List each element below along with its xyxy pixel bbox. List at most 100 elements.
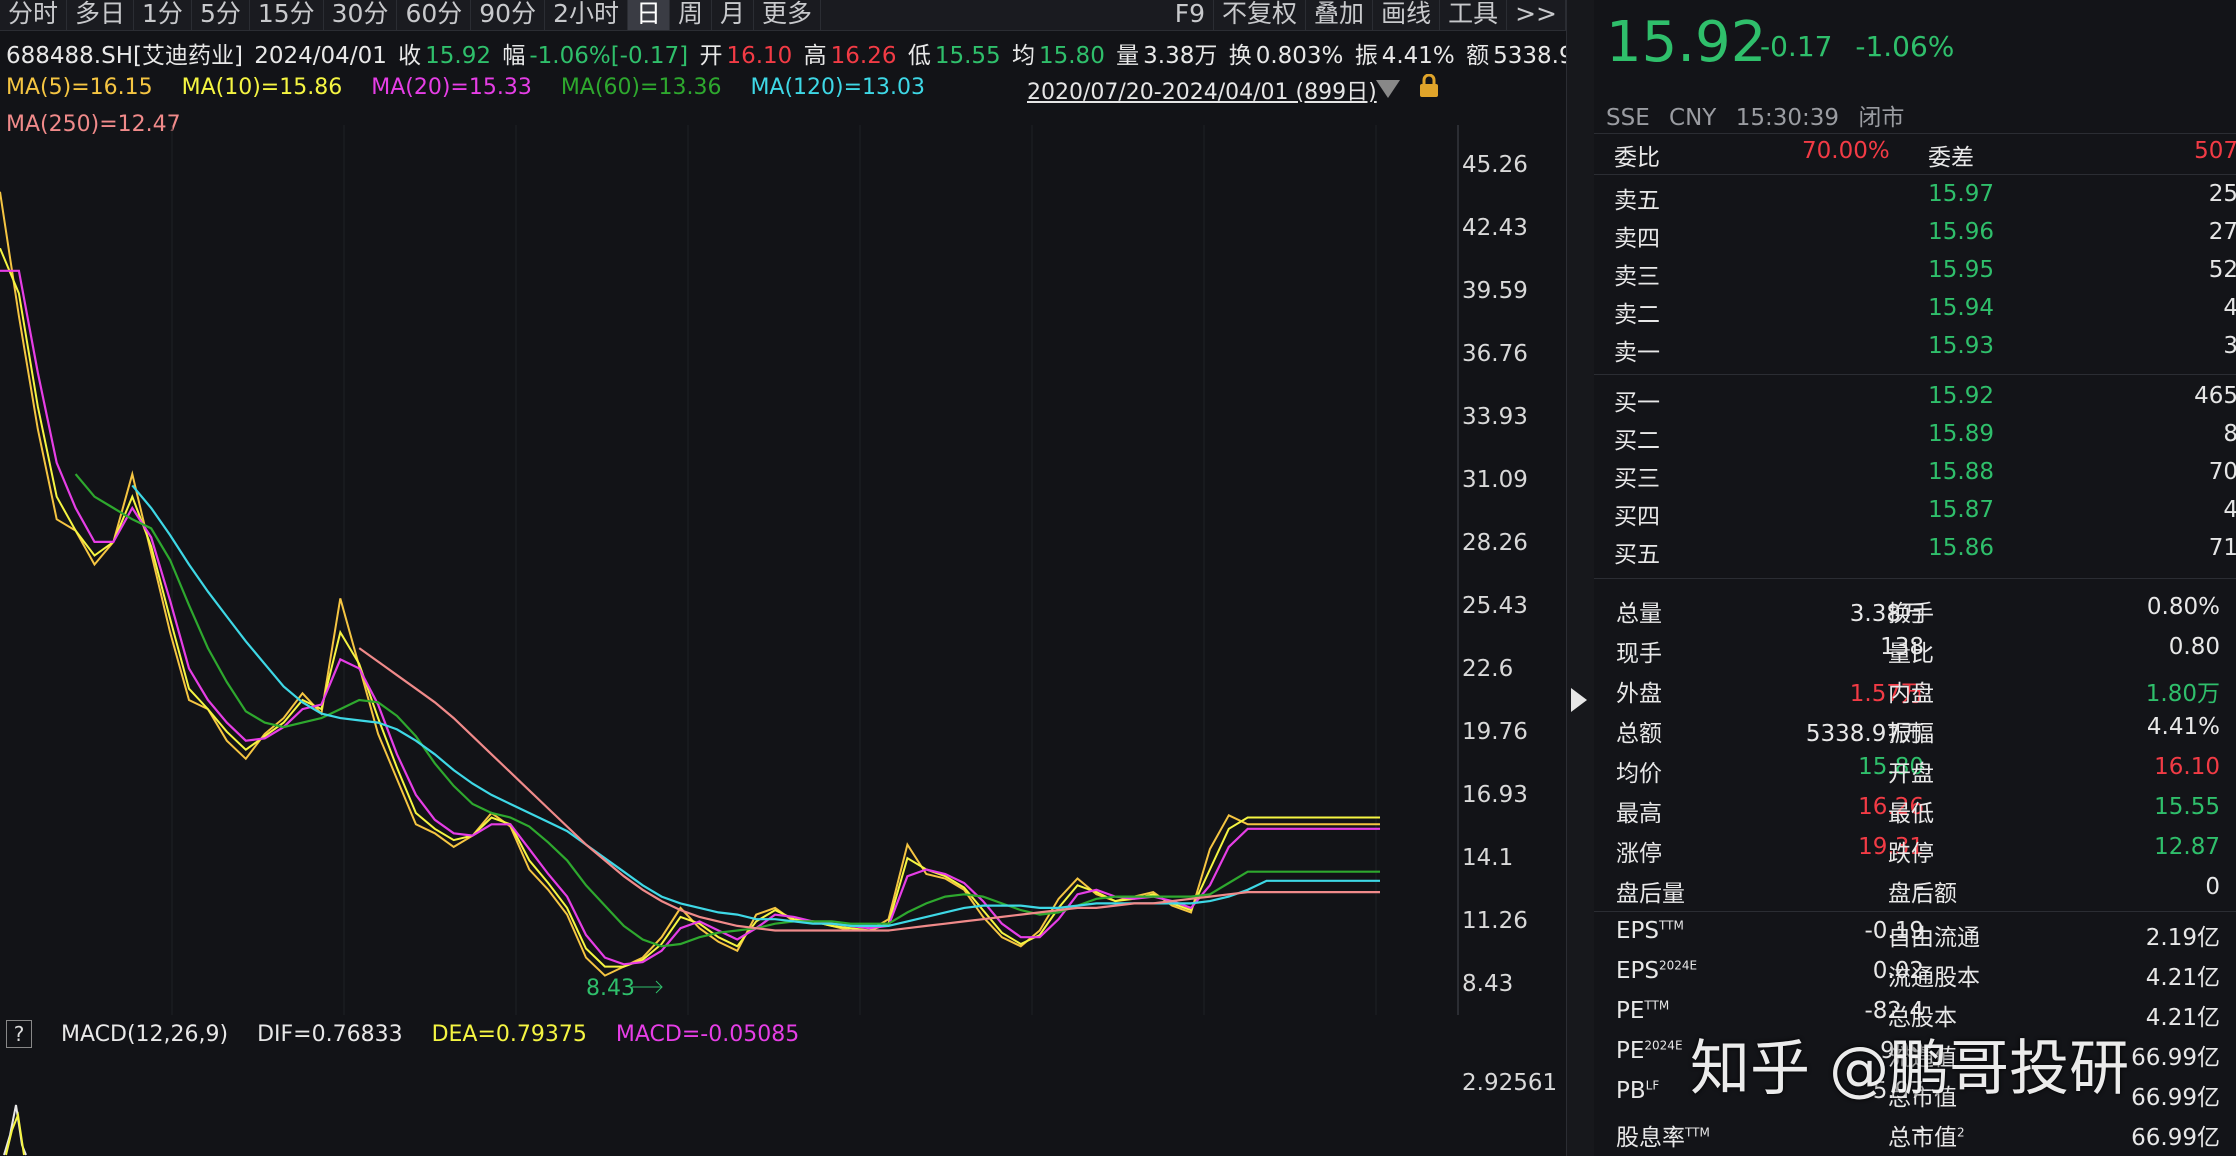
- stock-code: 688488.SH[艾迪药业]: [6, 43, 243, 69]
- tab-period-10[interactable]: 周: [670, 0, 713, 30]
- tab-period-0[interactable]: 分时: [0, 0, 68, 30]
- stat-value: 0.80: [2168, 634, 2220, 660]
- stat-label: 最低: [1888, 801, 1934, 827]
- tab-period-2[interactable]: 1分: [134, 0, 192, 30]
- ask-row[interactable]: 卖二 15.94 4: [1594, 295, 2236, 332]
- y-tick-label: 14.1: [1462, 845, 1514, 871]
- tab-period-6[interactable]: 60分: [397, 0, 472, 30]
- macd-value: MACD=-0.05085: [615, 1022, 800, 1047]
- tab-period-4[interactable]: 15分: [250, 0, 324, 30]
- stat-value: 15.55: [2154, 794, 2220, 820]
- vol-label: 量: [1116, 43, 1140, 69]
- ma120-label: MA(120)=13.03: [750, 75, 926, 100]
- fund-label: 总市值2: [1888, 1118, 1965, 1152]
- toolbar-tool-0[interactable]: F9: [1167, 0, 1215, 30]
- toolbar-tool-5[interactable]: >>: [1507, 0, 1566, 30]
- tab-period-7[interactable]: 90分: [471, 0, 546, 30]
- level-label: 买二: [1614, 428, 1660, 454]
- stat-value: 12.87: [2154, 834, 2220, 860]
- macd-axis-tick: 2.92561: [1462, 1070, 1558, 1096]
- ma5-label: MA(5)=16.15: [6, 75, 153, 100]
- tab-period-3[interactable]: 5分: [192, 0, 250, 30]
- level-price: 15.97: [1928, 181, 1994, 207]
- high-value: 16.26: [830, 43, 897, 69]
- tab-period-12[interactable]: 更多: [754, 0, 822, 30]
- y-tick-label: 31.09: [1462, 467, 1528, 493]
- bid-row[interactable]: 买一 15.92 465: [1594, 383, 2236, 420]
- y-tick-label: 28.26: [1462, 530, 1528, 556]
- ma5-line: [0, 191, 1380, 977]
- range-dropdown-icon[interactable]: [1376, 80, 1400, 98]
- turn-value: 0.803%: [1255, 43, 1344, 69]
- tab-period-1[interactable]: 多日: [67, 0, 135, 30]
- stats-row: 总额 5338.97万 振幅 4.41%: [1594, 714, 2236, 752]
- macd-dif: DIF=0.76833: [257, 1022, 403, 1047]
- bid-row[interactable]: 买四 15.87 4: [1594, 497, 2236, 534]
- stat-label: 振幅: [1888, 721, 1934, 747]
- fund-label-text: EPS: [1616, 958, 1660, 984]
- level-volume: 4: [2223, 497, 2236, 523]
- macd-dea: DEA=0.79375: [431, 1022, 587, 1047]
- toolbar-tool-4[interactable]: 工具: [1440, 0, 1508, 30]
- stat-label: 跌停: [1888, 841, 1934, 867]
- ask-row[interactable]: 卖四 15.96 27: [1594, 219, 2236, 256]
- high-label: 高: [803, 43, 827, 69]
- fundamental-row: EPSTTM -0.19 自由流通 2.19亿: [1594, 918, 2236, 956]
- toolbar-tool-1[interactable]: 不复权: [1214, 0, 1307, 30]
- tab-period-9[interactable]: 日: [628, 0, 671, 30]
- ask-row[interactable]: 卖三 15.95 52: [1594, 257, 2236, 294]
- macd-chart[interactable]: [0, 1045, 1460, 1156]
- amp-value: 4.41%: [1381, 43, 1455, 69]
- stat-label: 总量: [1616, 601, 1662, 627]
- bid-row[interactable]: 买二 15.89 8: [1594, 421, 2236, 458]
- level-volume: 71: [2208, 535, 2236, 561]
- level-volume: 465: [2194, 383, 2236, 409]
- date-range-selector[interactable]: 2020/07/20-2024/04/01 (899日): [1027, 74, 1377, 106]
- quote-summary-line: 688488.SH[艾迪药业] 2024/04/01 收 15.92 幅 -1.06…: [6, 36, 1566, 70]
- fund-value: 2.19亿: [2145, 925, 2220, 951]
- tab-period-5[interactable]: 30分: [324, 0, 398, 30]
- level-price: 15.95: [1928, 257, 1994, 283]
- help-icon[interactable]: ?: [6, 1020, 32, 1048]
- bid-row[interactable]: 买五 15.86 71: [1594, 535, 2236, 572]
- fund-label: 股息率TTM: [1616, 1118, 1710, 1152]
- market-status: 闭市: [1858, 105, 1905, 131]
- fund-label-sup: 2024E: [1644, 1038, 1683, 1053]
- y-tick-label: 42.43: [1462, 215, 1528, 241]
- price-change: -0.17 -1.06%: [1760, 30, 1968, 63]
- ma20-line: [0, 269, 1380, 966]
- ask-row[interactable]: 卖一 15.93 3: [1594, 333, 2236, 370]
- fund-label: 流通股本: [1888, 958, 1980, 992]
- kline-chart[interactable]: ****************************************…: [0, 125, 1570, 1015]
- toolbar-tool-3[interactable]: 画线: [1373, 0, 1441, 30]
- stat-label: 外盘: [1616, 681, 1662, 707]
- level-price: 15.94: [1928, 295, 1994, 321]
- quote-time: 15:30:39: [1735, 105, 1839, 131]
- low-marker-arrow: [632, 980, 663, 994]
- level-price: 15.92: [1928, 383, 1994, 409]
- y-tick-label: 45.26: [1462, 152, 1528, 178]
- market-status-line: SSE CNY 15:30:39 闭市: [1606, 98, 1916, 132]
- level-price: 15.86: [1928, 535, 1994, 561]
- tab-period-11[interactable]: 月: [712, 0, 755, 30]
- chg-value: -1.06%[-0.17]: [529, 43, 689, 69]
- ma60-line: [74, 473, 1380, 948]
- stats-row: 现手 138 量比 0.80: [1594, 634, 2236, 672]
- bid-row[interactable]: 买三 15.88 70: [1594, 459, 2236, 496]
- toolbar-tool-2[interactable]: 叠加: [1306, 0, 1374, 30]
- last-price: 15.92: [1606, 10, 1767, 75]
- lock-icon[interactable]: [1418, 74, 1440, 98]
- level-label: 买三: [1614, 466, 1660, 492]
- change-value: -0.17: [1760, 30, 1833, 63]
- level-volume: 4: [2223, 295, 2236, 321]
- expand-panel-icon[interactable]: [1571, 688, 1587, 712]
- tab-period-8[interactable]: 2小时: [545, 0, 628, 30]
- open-value: 16.10: [726, 43, 793, 69]
- level-volume: 8: [2223, 421, 2236, 447]
- ask-row[interactable]: 卖五 15.97 25: [1594, 181, 2236, 218]
- stats-row: 外盘 1.57万 内盘 1.80万: [1594, 674, 2236, 712]
- y-tick-label: 11.26: [1462, 908, 1528, 934]
- level-label: 卖一: [1614, 340, 1660, 366]
- stat-label: 盘后量: [1616, 881, 1685, 907]
